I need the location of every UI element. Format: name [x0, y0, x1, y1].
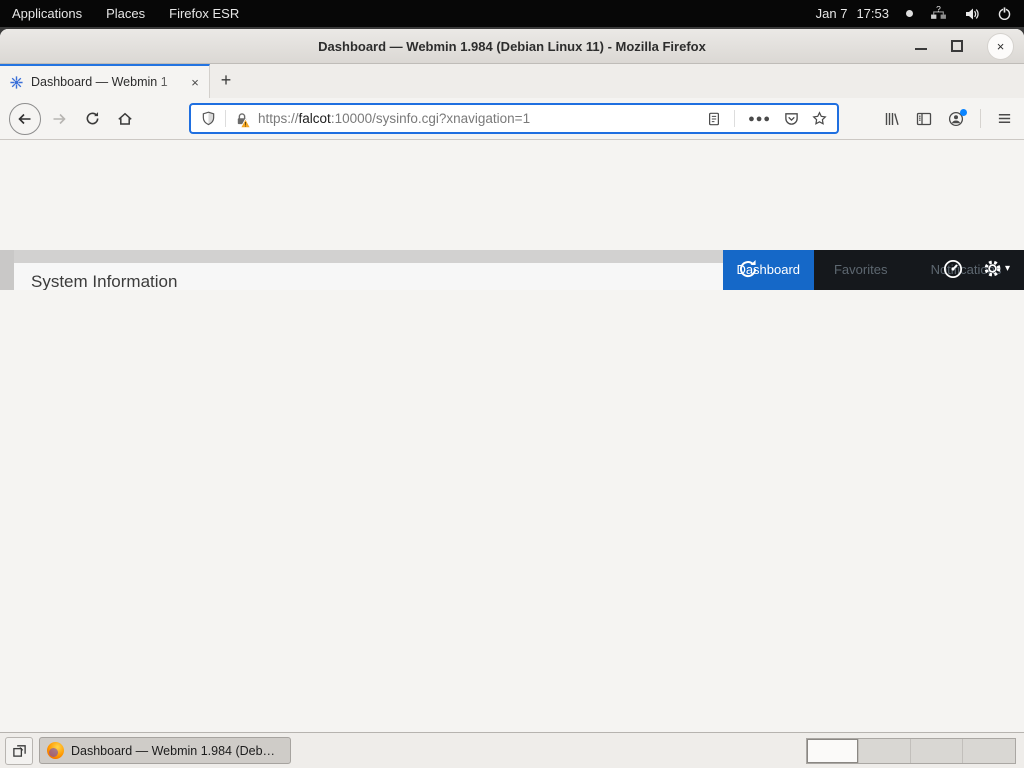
firefox-icon	[47, 742, 64, 759]
page-actions-icon[interactable]: ●●●	[748, 113, 771, 125]
pocket-icon[interactable]	[784, 111, 799, 126]
top-bar-menus: ApplicationsPlacesFirefox ESR	[0, 0, 251, 27]
workspace-switcher	[806, 738, 1016, 764]
clock-date: Jan 7	[816, 6, 848, 21]
tab-bar: Dashboard — Webmin 1 × +	[0, 64, 1024, 98]
tracking-shield-icon[interactable]	[201, 111, 216, 126]
close-window-button[interactable]: ×	[987, 33, 1014, 60]
lock-warning-icon[interactable]: !	[235, 112, 249, 126]
clock-time: 17:53	[856, 6, 889, 21]
settings-menu-button[interactable]: ▾	[982, 258, 1010, 279]
home-button[interactable]	[110, 104, 140, 134]
new-tab-button[interactable]: +	[210, 64, 242, 98]
workspace-4[interactable]	[963, 739, 1015, 763]
network-icon[interactable]: ?	[930, 5, 947, 22]
collapsed-nav-strip	[0, 250, 14, 290]
library-icon[interactable]	[884, 111, 900, 127]
sidebars-icon[interactable]	[916, 111, 932, 127]
clock[interactable]: Jan 7 17:53	[816, 6, 889, 21]
url-text[interactable]: https://falcot:10000/sysinfo.cgi?xnaviga…	[258, 111, 698, 126]
reload-button[interactable]	[77, 104, 107, 134]
desktop-screen: ApplicationsPlacesFirefox ESR Jan 7 17:5…	[0, 0, 1024, 768]
top-bar-status-area: Jan 7 17:53 ?	[816, 5, 1024, 22]
browser-tab[interactable]: Dashboard — Webmin 1 ×	[0, 64, 210, 98]
account-icon[interactable]	[948, 111, 964, 127]
page-top-band	[14, 250, 723, 263]
volume-icon[interactable]	[964, 6, 980, 22]
taskbar: Dashboard — Webmin 1.984 (Deb…	[0, 732, 1024, 768]
power-icon[interactable]	[997, 6, 1012, 21]
topbar-menu-firefox-esr[interactable]: Firefox ESR	[157, 0, 251, 27]
sidebar-footer: ▾	[723, 250, 1024, 290]
webmin-main-panel: System Information 47% CPU 29% REAL MEMO…	[14, 250, 723, 290]
gauge-icon[interactable]	[942, 258, 964, 280]
taskbar-window-label: Dashboard — Webmin 1.984 (Deb…	[71, 744, 275, 758]
bookmark-star-icon[interactable]	[812, 111, 827, 126]
svg-text:!: !	[244, 121, 246, 128]
windows-icon	[12, 743, 27, 758]
page-title: System Information	[14, 263, 723, 290]
reader-mode-icon[interactable]	[707, 112, 721, 126]
menu-icon[interactable]	[997, 111, 1012, 126]
webmin-favicon-icon	[9, 75, 24, 90]
navigation-toolbar: ! https://falcot:10000/sysinfo.cgi?xnavi…	[0, 98, 1024, 140]
browser-viewport: System Information 47% CPU 29% REAL MEMO…	[0, 250, 1024, 290]
chevron-down-icon: ▾	[1005, 263, 1010, 274]
topbar-menu-places[interactable]: Places	[94, 0, 157, 27]
dot-indicator-icon	[906, 10, 913, 17]
firefox-window: Dashboard — Webmin 1.984 (Debian Linux 1…	[0, 29, 1024, 732]
url-bar[interactable]: ! https://falcot:10000/sysinfo.cgi?xnavi…	[189, 103, 839, 134]
tab-title: Dashboard — Webmin 1	[31, 75, 179, 89]
webmin-sidebar: DashboardFavoritesNotifications CPU load…	[723, 250, 1024, 290]
svg-text:?: ?	[936, 5, 941, 14]
back-button[interactable]	[9, 103, 41, 135]
maximize-button[interactable]	[951, 40, 963, 52]
refresh-icon[interactable]	[737, 258, 759, 280]
workspace-2[interactable]	[859, 739, 911, 763]
taskbar-window-button[interactable]: Dashboard — Webmin 1.984 (Deb…	[39, 737, 291, 764]
workspace-1[interactable]	[807, 739, 859, 763]
workspace-3[interactable]	[911, 739, 963, 763]
forward-button[interactable]	[44, 104, 74, 134]
window-title: Dashboard — Webmin 1.984 (Debian Linux 1…	[318, 39, 706, 54]
topbar-menu-applications[interactable]: Applications	[0, 0, 94, 27]
minimize-button[interactable]	[915, 48, 927, 50]
window-list-button[interactable]	[5, 737, 33, 765]
gear-icon	[982, 258, 1003, 279]
close-tab-icon[interactable]: ×	[186, 75, 204, 90]
window-titlebar[interactable]: Dashboard — Webmin 1.984 (Debian Linux 1…	[0, 29, 1024, 64]
gnome-top-bar: ApplicationsPlacesFirefox ESR Jan 7 17:5…	[0, 0, 1024, 27]
